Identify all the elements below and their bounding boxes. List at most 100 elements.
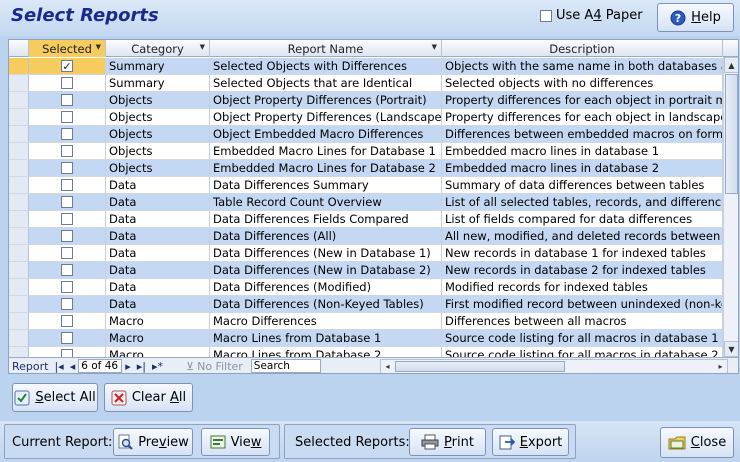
clear-all-button[interactable]: Clear All	[104, 383, 193, 412]
view-button[interactable]: View	[201, 428, 270, 456]
row-select-checkbox[interactable]	[61, 94, 73, 106]
row-select-checkbox[interactable]	[61, 213, 73, 225]
cell-description[interactable]: Embedded macro lines in database 2	[442, 160, 723, 176]
search-input[interactable]: Search	[250, 359, 321, 373]
cell-description[interactable]: First modified record between unindexed …	[442, 296, 723, 312]
table-row[interactable]: Summary Selected Objects that are Identic…	[9, 75, 723, 92]
record-selector[interactable]	[9, 194, 29, 210]
cell-report-name[interactable]: Data Differences (New in Database 1)	[210, 245, 442, 261]
cell-category[interactable]: Summary	[106, 75, 210, 91]
cell-description[interactable]: Selected objects with no differences	[442, 75, 723, 91]
cell-category[interactable]: Data	[106, 194, 210, 210]
table-row[interactable]: Objects Object Property Differences (Port…	[9, 92, 723, 109]
record-selector[interactable]	[9, 126, 29, 142]
last-record-icon[interactable]: ▸|	[134, 360, 149, 373]
record-selector[interactable]	[9, 143, 29, 159]
horizontal-scrollbar[interactable]: ◂ ▸	[380, 359, 728, 373]
previous-record-icon[interactable]: ◂	[67, 360, 79, 373]
row-select-checkbox[interactable]	[61, 77, 73, 89]
cell-category[interactable]: Data	[106, 211, 210, 227]
cell-report-name[interactable]: Macro Lines from Database 1	[210, 330, 442, 346]
cell-category[interactable]: Data	[106, 245, 210, 261]
cell-report-name[interactable]: Data Differences (Non-Keyed Tables)	[210, 296, 442, 312]
record-selector[interactable]	[9, 109, 29, 125]
table-row[interactable]: Data Data Differences (New in Database 1)…	[9, 245, 723, 262]
cell-description[interactable]: Summary of data differences between tabl…	[442, 177, 723, 193]
cell-report-name[interactable]: Data Differences (All)	[210, 228, 442, 244]
record-selector[interactable]	[9, 262, 29, 278]
print-button[interactable]: Print	[409, 428, 486, 456]
cell-description[interactable]: Differences between embedded macros on f…	[442, 126, 723, 142]
table-row[interactable]: Data Table Record Count Overview List of a…	[9, 194, 723, 211]
cell-category[interactable]: Objects	[106, 92, 210, 108]
cell-category[interactable]: Summary	[106, 58, 210, 74]
cell-description[interactable]: List of all selected tables, records, an…	[442, 194, 723, 210]
select-all-records-corner[interactable]	[9, 40, 29, 57]
row-select-checkbox[interactable]	[61, 128, 73, 140]
current-record-field[interactable]: 6 of 46	[78, 359, 123, 373]
use-a4-paper-checkbox[interactable]: Use A4 Paper	[540, 8, 643, 23]
cell-category[interactable]: Objects	[106, 109, 210, 125]
select-all-button[interactable]: Select All	[12, 383, 98, 412]
row-select-checkbox[interactable]	[61, 179, 73, 191]
table-row[interactable]: Macro Macro Lines from Database 1 Source c…	[9, 330, 723, 347]
new-record-icon[interactable]: ▸*	[149, 360, 166, 373]
cell-category[interactable]: Data	[106, 262, 210, 278]
record-selector[interactable]	[9, 160, 29, 176]
cell-description[interactable]: List of fields compared for data differe…	[442, 211, 723, 227]
cell-description[interactable]: Property differences for each object in …	[442, 109, 723, 125]
chevron-down-icon[interactable]: ▼	[96, 43, 101, 51]
cell-category[interactable]: Data	[106, 296, 210, 312]
row-select-checkbox[interactable]	[61, 162, 73, 174]
row-select-checkbox[interactable]	[61, 332, 73, 344]
record-selector[interactable]	[9, 313, 29, 329]
cell-category[interactable]: Data	[106, 177, 210, 193]
table-row[interactable]: Data Data Differences (All) All new, modif…	[9, 228, 723, 245]
column-header-selected[interactable]: Selected ▼	[29, 40, 106, 57]
table-row[interactable]: Objects Object Embedded Macro Differences…	[9, 126, 723, 143]
scroll-up-icon[interactable]: ▲	[724, 57, 738, 73]
cell-report-name[interactable]: Embedded Macro Lines for Database 1	[210, 143, 442, 159]
scroll-left-icon[interactable]: ◂	[381, 360, 394, 373]
cell-report-name[interactable]: Object Property Differences (Landscape)	[210, 109, 442, 125]
cell-description[interactable]: New records in database 2 for indexed ta…	[442, 262, 723, 278]
cell-description[interactable]: Property differences for each object in …	[442, 92, 723, 108]
export-button[interactable]: Export	[492, 428, 569, 456]
cell-category[interactable]: Objects	[106, 126, 210, 142]
cell-category[interactable]: Macro	[106, 313, 210, 329]
table-row[interactable]: Objects Object Property Differences (Land…	[9, 109, 723, 126]
row-select-checkbox[interactable]	[61, 281, 73, 293]
scroll-down-icon[interactable]: ▼	[724, 341, 738, 357]
scroll-right-icon[interactable]: ▸	[714, 360, 727, 373]
cell-category[interactable]: Data	[106, 228, 210, 244]
column-header-category[interactable]: Category ▼	[106, 40, 210, 57]
vertical-scrollbar[interactable]: ▲ ▼	[723, 57, 738, 357]
cell-description[interactable]: Differences between all macros	[442, 313, 723, 329]
row-select-checkbox[interactable]	[61, 230, 73, 242]
row-select-checkbox[interactable]	[61, 315, 73, 327]
row-select-checkbox[interactable]	[61, 196, 73, 208]
cell-description[interactable]: All new, modified, and deleted records b…	[442, 228, 723, 244]
table-row[interactable]: Data Data Differences Summary Summary of d…	[9, 177, 723, 194]
cell-description[interactable]: Objects with the same name in both datab…	[442, 58, 723, 74]
cell-report-name[interactable]: Object Property Differences (Portrait)	[210, 92, 442, 108]
column-header-description[interactable]: Description	[442, 40, 723, 57]
cell-report-name[interactable]: Macro Differences	[210, 313, 442, 329]
cell-report-name[interactable]: Data Differences (Modified)	[210, 279, 442, 295]
record-selector[interactable]	[9, 228, 29, 244]
row-select-checkbox[interactable]	[61, 145, 73, 157]
cell-report-name[interactable]: Data Differences (New in Database 2)	[210, 262, 442, 278]
cell-category[interactable]: Data	[106, 279, 210, 295]
table-row[interactable]: Objects Embedded Macro Lines for Database…	[9, 143, 723, 160]
table-row[interactable]: Data Data Differences Fields Compared List…	[9, 211, 723, 228]
row-select-checkbox[interactable]	[61, 264, 73, 276]
cell-report-name[interactable]: Data Differences Summary	[210, 177, 442, 193]
use-a4-checkbox-box[interactable]	[540, 9, 552, 22]
cell-description[interactable]: Embedded macro lines in database 1	[442, 143, 723, 159]
row-select-checkbox[interactable]	[61, 247, 73, 259]
next-record-icon[interactable]: ▸	[122, 360, 134, 373]
horizontal-scroll-thumb[interactable]	[395, 361, 565, 372]
table-row[interactable]: Objects Embedded Macro Lines for Database…	[9, 160, 723, 177]
table-row[interactable]: Data Data Differences (Non-Keyed Tables) F…	[9, 296, 723, 313]
close-button[interactable]: Close	[660, 427, 734, 458]
